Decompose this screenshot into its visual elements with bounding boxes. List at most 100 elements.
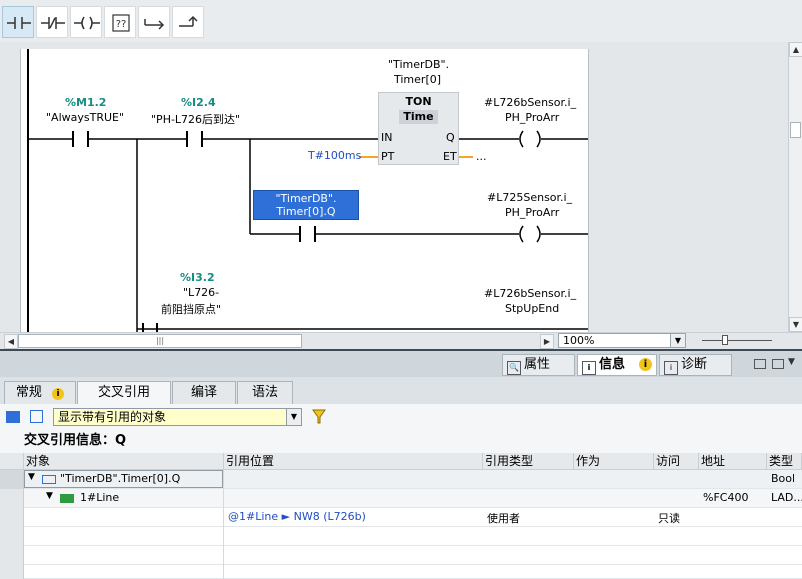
tab-diagnostics[interactable]: i 诊断 xyxy=(659,354,732,376)
row-address: %FC400 xyxy=(703,491,749,504)
row-object: "TimerDB".Timer[0].Q xyxy=(60,472,181,485)
properties-icon: 🔍 xyxy=(507,361,521,375)
row-location-link[interactable]: @1#Line ► NW8 (L726b) xyxy=(228,510,366,523)
horizontal-scroll-thumb[interactable]: ||| xyxy=(18,334,302,348)
column-header-access[interactable]: 访问 xyxy=(654,453,699,470)
collapse-tree-icon[interactable]: ▼ xyxy=(28,472,35,482)
vertical-scroll-thumb[interactable] xyxy=(790,122,801,138)
diagnostics-icon: i xyxy=(664,361,678,375)
collapse-tree-icon[interactable]: ▼ xyxy=(46,491,53,501)
filter-icon[interactable] xyxy=(312,409,326,425)
row-ref-type: 使用者 xyxy=(487,512,520,525)
close-branch-icon xyxy=(179,15,198,27)
open-branch-icon xyxy=(144,19,165,30)
xref-info-title: 交叉引用信息：Q xyxy=(0,431,802,453)
table-row xyxy=(0,527,802,546)
tag-icon xyxy=(42,475,56,484)
tab-properties[interactable]: 🔍 属性 xyxy=(502,354,575,376)
timer-subtype: Time xyxy=(403,110,434,123)
scroll-right-icon[interactable]: ▶ xyxy=(540,334,554,349)
timer-db-instance[interactable]: Timer[0] xyxy=(394,73,441,86)
row-type: Bool xyxy=(771,472,796,485)
network-canvas[interactable]: %M1.2 "AlwaysTRUE" %I2.4 "PH-L726后到达" "T… xyxy=(20,49,589,332)
timer-db-name[interactable]: "TimerDB". xyxy=(388,58,449,71)
coil1-symbol-line1[interactable]: #L726bSensor.i_ xyxy=(484,96,576,109)
scroll-up-icon[interactable]: ▲ xyxy=(789,42,802,57)
empty-box-button[interactable]: ?? xyxy=(104,6,136,38)
column-header-as[interactable]: 作为 xyxy=(574,453,654,470)
zoom-slider[interactable] xyxy=(692,333,782,348)
timer-in-pin: IN xyxy=(381,131,393,144)
contact2[interactable] xyxy=(183,129,207,151)
scroll-down-icon[interactable]: ▼ xyxy=(789,317,802,332)
inspector-tab-bar: 🔍 属性 i 信息 i i 诊断 ▼ xyxy=(0,349,802,377)
contact-nc-icon xyxy=(41,17,65,29)
column-header-type[interactable]: 类型 xyxy=(767,453,802,470)
column-header-object[interactable]: 对象 xyxy=(24,453,224,470)
subtab-general[interactable]: 常规 i xyxy=(4,381,76,404)
chevron-down-icon[interactable]: ▼ xyxy=(286,409,301,425)
coil-button[interactable] xyxy=(70,6,102,38)
contact-no-button[interactable] xyxy=(2,6,34,38)
column-header-address[interactable]: 地址 xyxy=(699,453,767,470)
column-header-location[interactable]: 引用位置 xyxy=(224,453,483,470)
inspector-menu-icon[interactable]: ▼ xyxy=(788,357,795,367)
table-row[interactable]: @1#Line ► NW8 (L726b) 使用者 只读 xyxy=(0,508,802,527)
info-tab-icon: i xyxy=(582,361,596,375)
contact3-address: %I3.2 xyxy=(180,271,215,284)
column-header-ref-type[interactable]: 引用类型 xyxy=(483,453,574,470)
timer-q-pin: Q xyxy=(446,131,455,144)
selected-operand-line2: Timer[0].Q xyxy=(276,205,336,218)
collapse-all-icon[interactable] xyxy=(30,410,43,423)
coil1-symbol-line2[interactable]: PH_ProArr xyxy=(505,111,559,124)
contact1[interactable] xyxy=(69,129,93,151)
editor-vertical-scrollbar[interactable]: ▲ ▼ xyxy=(788,42,802,332)
empty-box-icon: ?? xyxy=(112,14,130,32)
window-restore-icon[interactable] xyxy=(754,359,766,369)
row-header-corner xyxy=(0,453,24,470)
subtab-compile[interactable]: 编译 xyxy=(172,381,236,404)
row-access: 只读 xyxy=(658,512,680,525)
ton-timer-block[interactable]: TON Time IN Q PT ET xyxy=(378,92,459,165)
filter-select[interactable]: 显示带有引用的对象 ▼ xyxy=(53,408,302,426)
contact-nc-button[interactable] xyxy=(36,6,68,38)
coil2-symbol-line2[interactable]: PH_ProArr xyxy=(505,206,559,219)
chevron-down-icon[interactable]: ▼ xyxy=(670,334,685,347)
coil3-symbol-line1[interactable]: #L726bSensor.i_ xyxy=(484,287,576,300)
contact-no-icon xyxy=(7,17,31,29)
subtab-syntax[interactable]: 语法 xyxy=(237,381,293,404)
filter-value: 显示带有引用的对象 xyxy=(58,410,167,424)
warning-info-icon: i xyxy=(52,388,65,400)
subtab-cross-reference[interactable]: 交叉引用 xyxy=(77,381,171,404)
selected-operand-box[interactable]: "TimerDB". Timer[0].Q xyxy=(253,190,359,220)
tab-info[interactable]: i 信息 i xyxy=(577,354,657,376)
svg-text:??: ?? xyxy=(116,19,127,30)
fc-block-icon xyxy=(60,494,74,503)
scroll-left-icon[interactable]: ◀ xyxy=(4,334,18,349)
timer-et-value[interactable]: ... xyxy=(476,150,487,163)
timer-et-pin: ET xyxy=(443,150,457,163)
contact1-symbol[interactable]: "AlwaysTRUE" xyxy=(46,111,124,124)
contact3-symbol-line2[interactable]: 前阻挡原点" xyxy=(161,301,221,317)
close-branch-button[interactable] xyxy=(172,6,204,38)
coil2-symbol-line1[interactable]: #L725Sensor.i_ xyxy=(487,191,572,204)
zoom-select[interactable]: 100% ▼ xyxy=(558,333,686,348)
table-row[interactable]: ▼ 1#Line %FC400 LAD... xyxy=(0,489,802,508)
row-object: 1#Line xyxy=(80,491,120,504)
contact3-symbol-line1[interactable]: "L726- xyxy=(183,286,219,299)
row-type: LAD... xyxy=(771,491,802,504)
window-float-icon[interactable] xyxy=(772,359,784,369)
contact1-address: %M1.2 xyxy=(65,96,107,109)
selected-operand-line1: "TimerDB". xyxy=(275,192,337,205)
open-branch-button[interactable] xyxy=(138,6,170,38)
zoom-slider-thumb[interactable] xyxy=(722,335,728,345)
table-row[interactable]: ▼ "TimerDB".Timer[0].Q Bool xyxy=(0,470,802,489)
contact2-address: %I2.4 xyxy=(181,96,216,109)
contact2-symbol[interactable]: "PH-L726后到达" xyxy=(151,111,240,127)
expand-all-icon[interactable] xyxy=(6,411,20,423)
zoom-value: 100% xyxy=(563,334,595,347)
ladder-editor: %M1.2 "AlwaysTRUE" %I2.4 "PH-L726后到达" "T… xyxy=(0,42,790,332)
coil3-symbol-line2[interactable]: StpUpEnd xyxy=(505,302,559,315)
info-subtabs: 常规 i 交叉引用 编译 语法 xyxy=(0,377,802,404)
timer-pt-value[interactable]: T#100ms xyxy=(308,149,361,162)
